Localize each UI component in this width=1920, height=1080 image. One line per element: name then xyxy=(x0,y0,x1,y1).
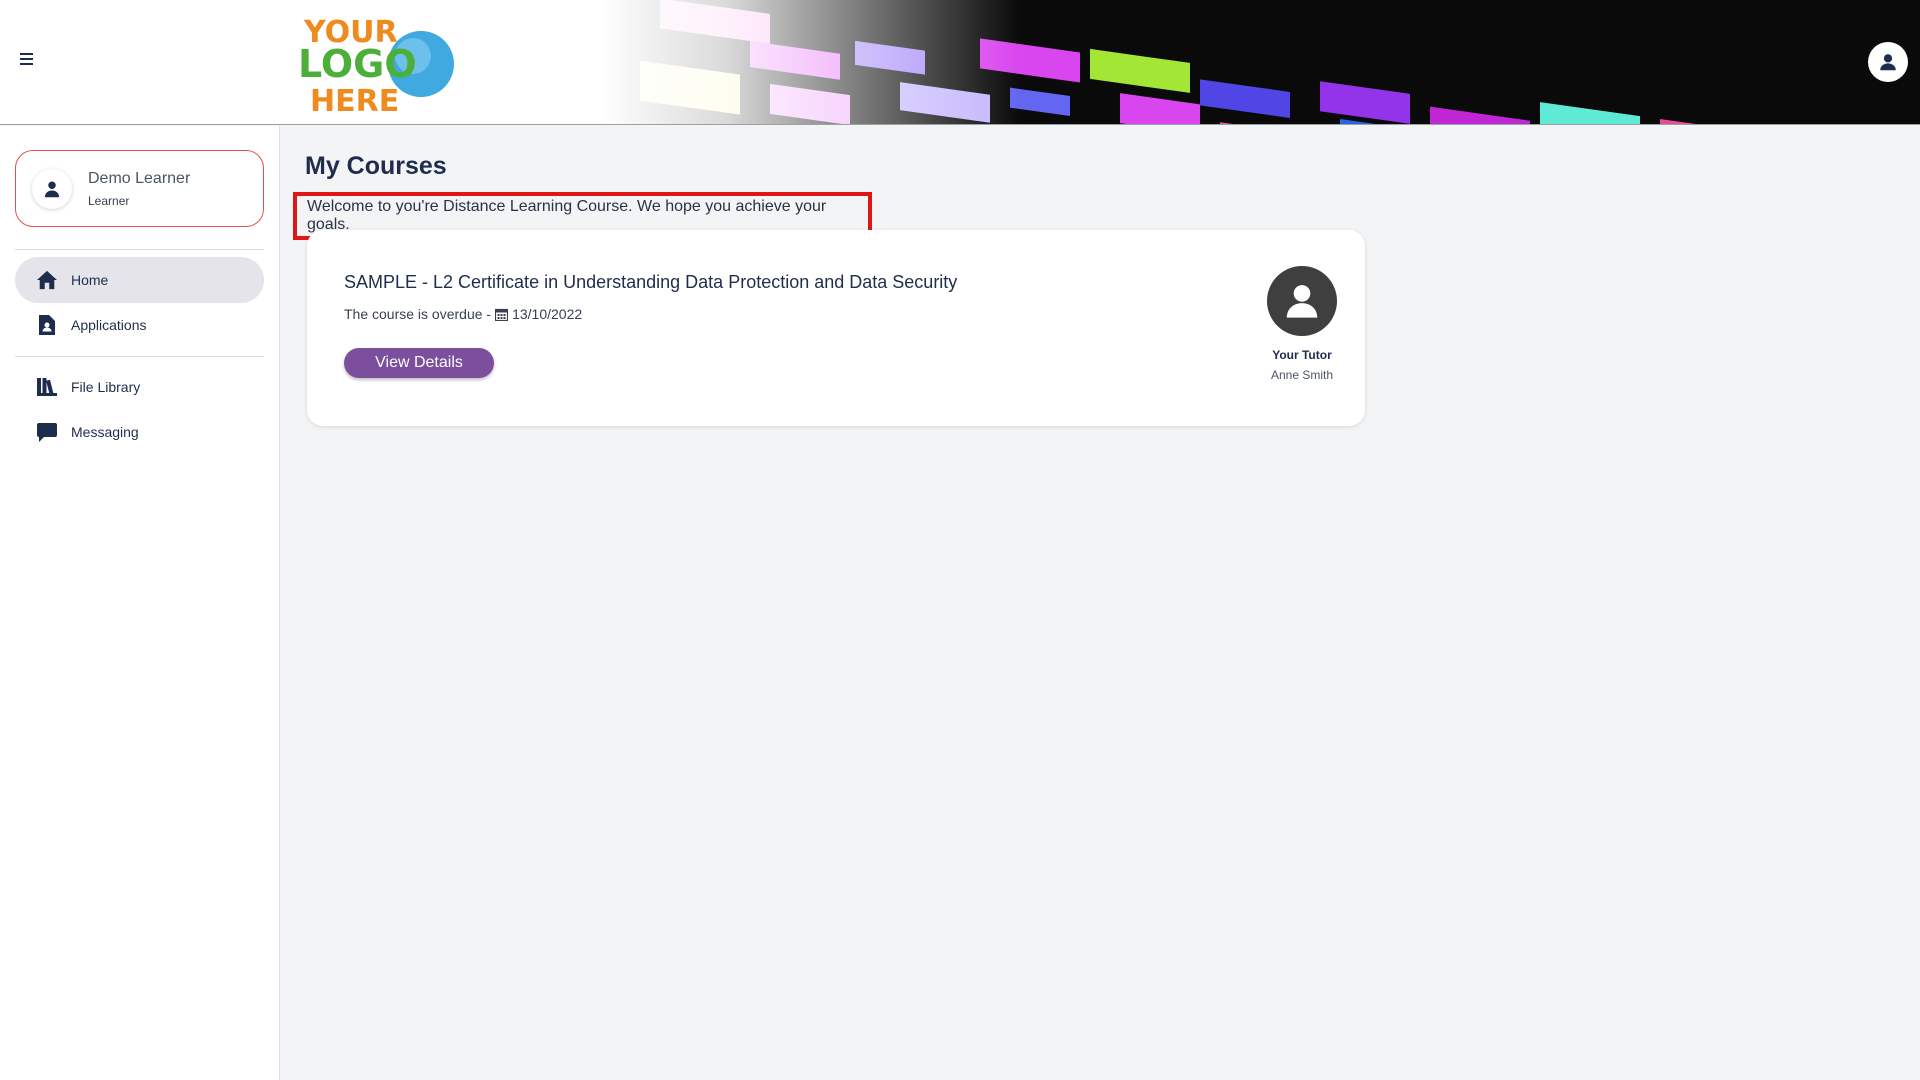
user-icon xyxy=(1286,285,1318,318)
svg-text:HERE: HERE xyxy=(310,84,399,117)
sidebar-item-applications[interactable]: Applications xyxy=(15,302,264,348)
tutor-info: Your Tutor Anne Smith xyxy=(1247,266,1357,382)
user-profile-card[interactable]: Demo Learner Learner xyxy=(15,150,264,227)
view-details-button[interactable]: View Details xyxy=(344,348,494,378)
avatar xyxy=(32,168,72,209)
course-title: SAMPLE - L2 Certificate in Understanding… xyxy=(344,272,958,292)
sidebar: Demo Learner Learner Home Applications F… xyxy=(0,126,280,1080)
page-title: My Courses xyxy=(305,152,447,180)
tutor-name: Anne Smith xyxy=(1270,368,1334,382)
document-user-icon xyxy=(35,313,59,337)
sidebar-divider xyxy=(15,249,264,250)
calendar-icon xyxy=(495,308,509,321)
user-icon xyxy=(44,181,60,197)
user-name: Demo Learner xyxy=(88,169,191,187)
books-icon xyxy=(35,375,59,399)
sidebar-item-label: File Library xyxy=(71,379,141,395)
tutor-avatar xyxy=(1267,266,1337,336)
sidebar-item-messaging[interactable]: Messaging xyxy=(15,409,264,455)
hamburger-icon[interactable] xyxy=(20,50,40,72)
company-logo: YOUR LOGO HERE xyxy=(298,15,454,117)
account-avatar-button[interactable] xyxy=(1868,42,1908,82)
user-circle-icon xyxy=(1880,54,1896,71)
course-due-date: 13/10/2022 xyxy=(512,306,583,322)
sidebar-item-home[interactable]: Home xyxy=(15,257,264,303)
sidebar-divider xyxy=(15,356,264,357)
home-icon xyxy=(35,268,59,292)
svg-text:LOGO: LOGO xyxy=(298,42,417,86)
course-card: SAMPLE - L2 Certificate in Understanding… xyxy=(307,230,1365,426)
sidebar-item-label: Home xyxy=(71,272,109,288)
course-status-text: The course is overdue - xyxy=(344,306,492,322)
user-role: Learner xyxy=(88,193,130,208)
app-header: YOUR LOGO HERE xyxy=(0,0,1920,125)
header-banner-image xyxy=(600,0,1920,124)
sidebar-item-file-library[interactable]: File Library xyxy=(15,364,264,410)
course-status: The course is overdue - 13/10/2022 xyxy=(344,306,582,322)
sidebar-item-label: Messaging xyxy=(71,424,139,440)
sidebar-item-label: Applications xyxy=(71,317,147,333)
tutor-label: Your Tutor xyxy=(1272,348,1332,362)
message-icon xyxy=(35,420,59,444)
